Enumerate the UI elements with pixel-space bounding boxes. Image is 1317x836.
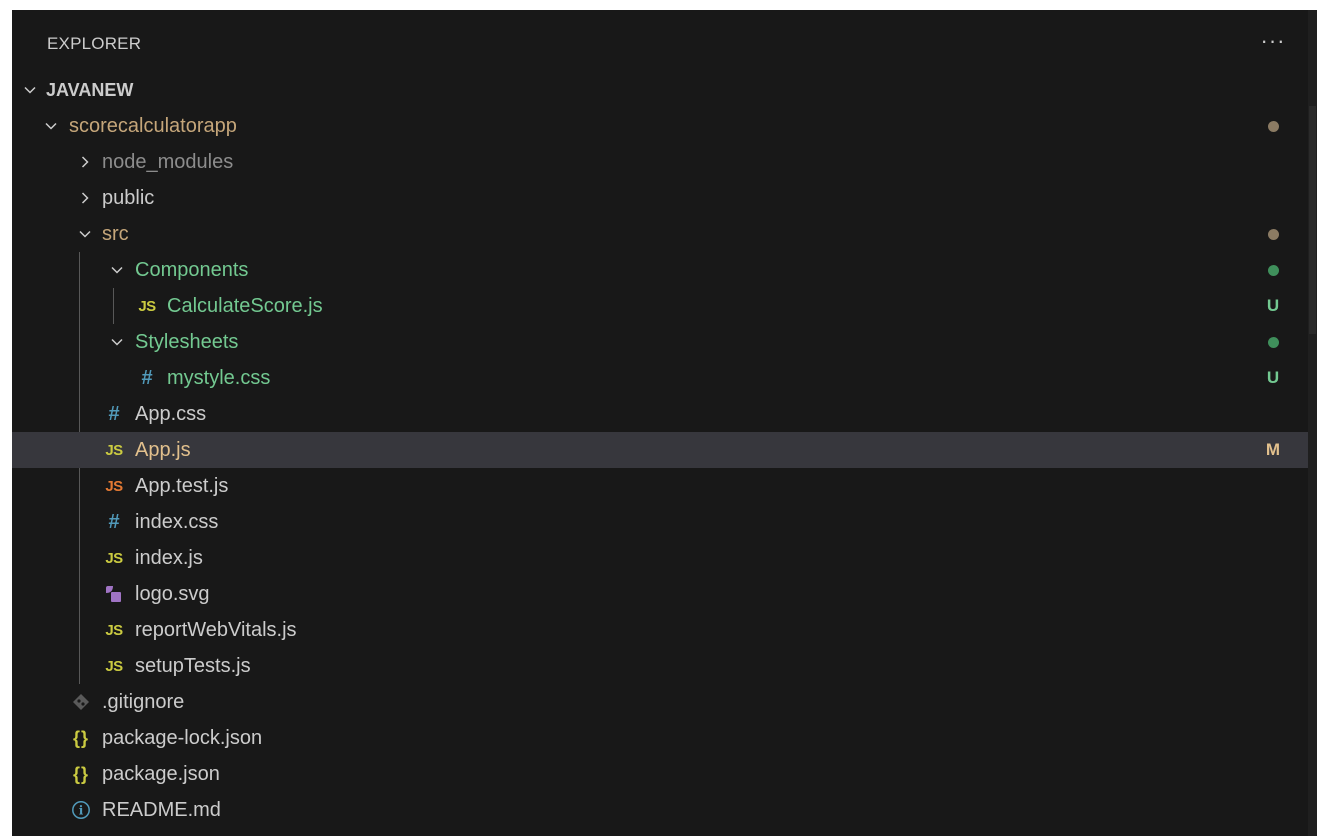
tree-item-label: public xyxy=(102,187,155,209)
css-file-icon: # xyxy=(108,510,120,533)
test-js-file-icon: JS xyxy=(105,477,123,495)
chevron-down-icon xyxy=(106,324,128,360)
tree-item-label: node_modules xyxy=(102,151,234,173)
tree-item-label: mystyle.css xyxy=(167,367,271,389)
tree-file-package-lock-json[interactable]: {} package-lock.json xyxy=(12,720,1308,756)
tree-file-app-css[interactable]: # App.css xyxy=(12,396,1308,432)
tree-file-index-css[interactable]: # index.css xyxy=(12,504,1308,540)
tree-item-label: setupTests.js xyxy=(135,655,251,677)
git-status-badge: M xyxy=(1265,440,1281,459)
tree-item-label: CalculateScore.js xyxy=(167,295,323,317)
tree-root-label: JAVANEW xyxy=(46,80,134,100)
tree-folder-scorecalculatorapp[interactable]: scorecalculatorapp xyxy=(12,108,1308,144)
untracked-dot-icon xyxy=(1262,324,1284,360)
tree-file-index-js[interactable]: JS index.js xyxy=(12,540,1308,576)
tree-root-javanew[interactable]: JAVANEW xyxy=(12,72,1308,108)
tree-item-label: README.md xyxy=(102,799,221,821)
explorer-panel: EXPLORER ··· JAVANEW scorecalculatorapp … xyxy=(12,10,1308,836)
tree-folder-stylesheets[interactable]: Stylesheets xyxy=(12,324,1308,360)
tree-item-label: Components xyxy=(135,259,249,281)
tree-file-setuptests-js[interactable]: JS setupTests.js xyxy=(12,648,1308,684)
chevron-right-icon xyxy=(74,144,96,180)
tree-folder-node-modules[interactable]: node_modules xyxy=(12,144,1308,180)
svg-file-icon xyxy=(103,576,125,612)
untracked-dot-icon xyxy=(1262,252,1284,288)
chevron-down-icon xyxy=(19,72,41,108)
css-file-icon: # xyxy=(108,402,120,425)
tree-item-label: reportWebVitals.js xyxy=(135,619,297,641)
git-status-badge: U xyxy=(1266,368,1280,387)
tree-file-gitignore[interactable]: .gitignore xyxy=(12,684,1308,720)
tree-item-label: .gitignore xyxy=(102,691,185,713)
js-file-icon: JS xyxy=(105,441,123,459)
tree-item-label: index.css xyxy=(135,511,219,533)
svg-text:i: i xyxy=(79,804,84,818)
chevron-right-icon xyxy=(74,180,96,216)
json-file-icon: {} xyxy=(72,727,89,748)
tree-item-label: src xyxy=(102,223,129,245)
tree-item-label: scorecalculatorapp xyxy=(69,115,237,137)
tree-folder-public[interactable]: public xyxy=(12,180,1308,216)
chevron-down-icon xyxy=(106,252,128,288)
json-file-icon: {} xyxy=(72,763,89,784)
git-status-badge: U xyxy=(1266,296,1280,315)
window-top-edge xyxy=(0,0,1317,10)
tree-folder-src[interactable]: src xyxy=(12,216,1308,252)
tree-file-logo-svg[interactable]: logo.svg xyxy=(12,576,1308,612)
tree-item-label: logo.svg xyxy=(135,583,210,605)
explorer-title: EXPLORER xyxy=(47,34,142,53)
tree-item-label: package.json xyxy=(102,763,220,785)
tree-item-label: App.css xyxy=(135,403,207,425)
tree-item-label: Stylesheets xyxy=(135,331,239,353)
tree-file-calculatescore-js[interactable]: JS CalculateScore.js U xyxy=(12,288,1308,324)
scrollbar-thumb[interactable] xyxy=(1309,106,1316,334)
tree-item-label: App.js xyxy=(135,439,191,461)
tree-folder-components[interactable]: Components xyxy=(12,252,1308,288)
tree-item-label: package-lock.json xyxy=(102,727,263,749)
tree-item-label: index.js xyxy=(135,547,203,569)
tree-file-mystyle-css[interactable]: # mystyle.css U xyxy=(12,360,1308,396)
explorer-header: EXPLORER ··· xyxy=(12,10,1308,70)
tree-file-readme-md[interactable]: i README.md xyxy=(12,792,1308,828)
git-file-icon xyxy=(70,684,92,720)
css-file-icon: # xyxy=(141,366,153,389)
tree-file-app-test-js[interactable]: JS App.test.js xyxy=(12,468,1308,504)
chevron-down-icon xyxy=(40,108,62,144)
tree-file-app-js[interactable]: JS App.js M xyxy=(12,432,1308,468)
more-actions-icon[interactable]: ··· xyxy=(1260,28,1286,54)
js-file-icon: JS xyxy=(105,549,123,567)
js-file-icon: JS xyxy=(138,297,156,315)
js-file-icon: JS xyxy=(105,621,123,639)
modified-dot-icon xyxy=(1262,216,1284,252)
tree-file-reportwebvitals-js[interactable]: JS reportWebVitals.js xyxy=(12,612,1308,648)
js-file-icon: JS xyxy=(105,657,123,675)
chevron-down-icon xyxy=(74,216,96,252)
explorer-scrollbar[interactable] xyxy=(1308,10,1317,836)
info-icon: i xyxy=(70,792,92,828)
tree-item-label: App.test.js xyxy=(135,475,229,497)
modified-dot-icon xyxy=(1262,108,1284,144)
tree-file-package-json[interactable]: {} package.json xyxy=(12,756,1308,792)
